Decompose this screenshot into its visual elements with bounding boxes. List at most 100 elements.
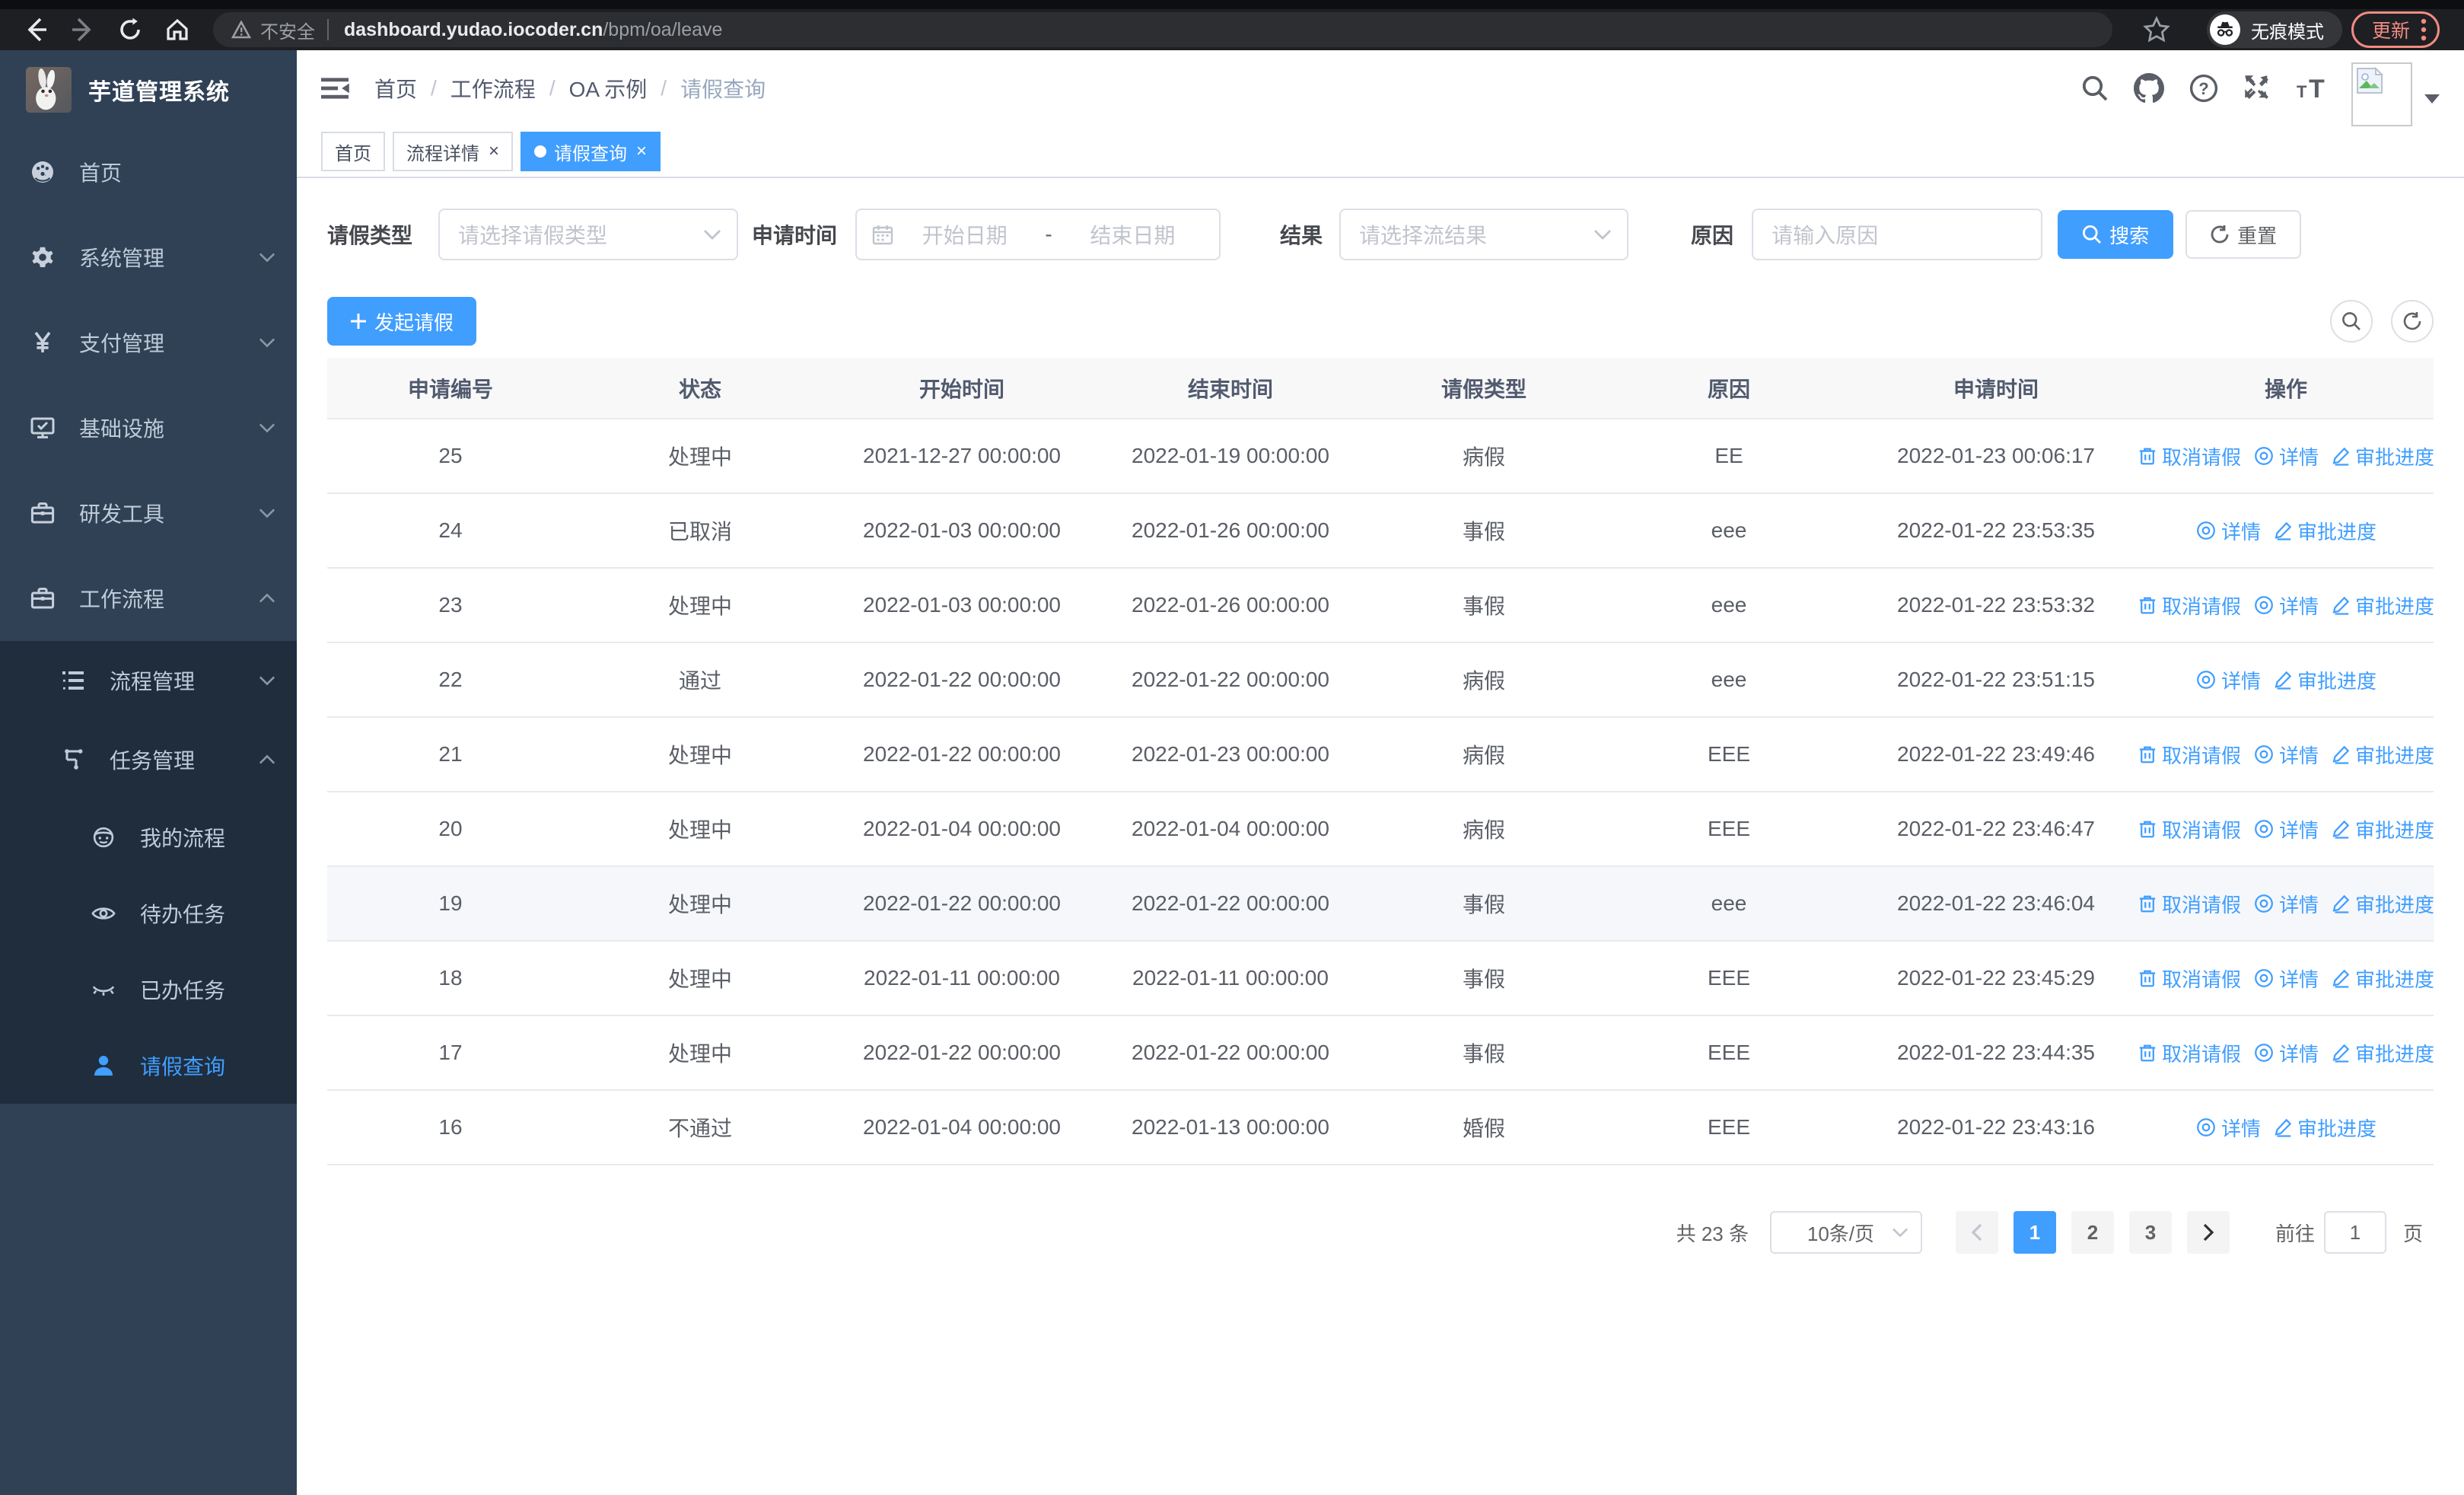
github-icon[interactable] xyxy=(2134,73,2164,104)
action-审批进度[interactable]: 审批进度 xyxy=(2331,964,2434,993)
url-bar[interactable]: 不安全 dashboard.yudao.iocoder.cn/bpm/oa/le… xyxy=(213,12,2112,47)
action-审批进度[interactable]: 审批进度 xyxy=(2331,741,2434,769)
browser-home-icon[interactable] xyxy=(154,9,201,50)
result-select[interactable]: 请选择流结果 xyxy=(1339,209,1629,260)
action-取消请假[interactable]: 取消请假 xyxy=(2138,442,2241,470)
action-审批进度[interactable]: 审批进度 xyxy=(2331,890,2434,918)
breadcrumb-item[interactable]: OA 示例 xyxy=(569,73,648,104)
prev-page-button[interactable] xyxy=(1955,1211,1998,1254)
browser-forward-icon[interactable] xyxy=(59,9,107,50)
browser-back-icon[interactable] xyxy=(12,9,59,50)
header-search-icon[interactable] xyxy=(2080,74,2109,103)
action-详情[interactable]: 详情 xyxy=(2253,741,2319,769)
cell-start: 2022-01-03 00:00:00 xyxy=(826,568,1097,643)
browser-update-button[interactable]: 更新 xyxy=(2351,11,2440,48)
end-date-placeholder[interactable]: 结束日期 xyxy=(1062,219,1204,250)
sidebar-item-首页[interactable]: 首页 xyxy=(0,129,297,215)
toggle-search-button[interactable] xyxy=(2330,300,2373,343)
action-取消请假[interactable]: 取消请假 xyxy=(2138,741,2241,769)
cell-start: 2022-01-22 00:00:00 xyxy=(826,642,1097,718)
action-审批进度[interactable]: 审批进度 xyxy=(2331,442,2434,470)
avatar[interactable] xyxy=(2351,62,2412,126)
action-详情[interactable]: 详情 xyxy=(2195,666,2261,694)
sidebar-item-任务管理[interactable]: 任务管理 xyxy=(0,720,297,799)
delete-icon xyxy=(2139,597,2156,614)
tab-流程详情[interactable]: 流程详情 × xyxy=(393,132,514,171)
browser-menu-icon[interactable] xyxy=(2421,18,2427,42)
sidebar-item-待办任务[interactable]: 待办任务 xyxy=(0,875,297,952)
action-审批进度[interactable]: 审批进度 xyxy=(2331,1039,2434,1067)
sidebar-item-已办任务[interactable]: 已办任务 xyxy=(0,952,297,1028)
browser-reload-icon[interactable] xyxy=(107,9,154,50)
sidebar-item-研发工具[interactable]: 研发工具 xyxy=(0,470,297,556)
action-审批进度[interactable]: 审批进度 xyxy=(2273,1114,2376,1142)
reset-button[interactable]: 重置 xyxy=(2185,210,2302,259)
breadcrumb-item[interactable]: 工作流程 xyxy=(450,73,536,104)
hamburger-icon[interactable] xyxy=(320,73,350,104)
eye-open-icon xyxy=(91,907,116,920)
page-button-3[interactable]: 3 xyxy=(2128,1211,2172,1254)
action-审批进度[interactable]: 审批进度 xyxy=(2273,517,2376,545)
breadcrumb-item[interactable]: 首页 xyxy=(374,73,417,104)
range-separator: - xyxy=(1045,222,1052,246)
page-button-1[interactable]: 1 xyxy=(2013,1211,2056,1254)
action-详情[interactable]: 详情 xyxy=(2253,815,2319,843)
page-button-2[interactable]: 2 xyxy=(2071,1211,2114,1254)
leave-type-select[interactable]: 请选择请假类型 xyxy=(438,209,739,260)
sidebar-item-系统管理[interactable]: 系统管理 xyxy=(0,215,297,300)
action-label: 详情 xyxy=(2279,893,2319,916)
incognito-label: 无痕模式 xyxy=(2250,21,2324,43)
sidebar-item-我的流程[interactable]: 我的流程 xyxy=(0,799,297,875)
action-审批进度[interactable]: 审批进度 xyxy=(2331,591,2434,620)
sidebar-item-工作流程[interactable]: 工作流程 xyxy=(0,556,297,641)
cell-id: 17 xyxy=(327,1015,574,1091)
sidebar-item-基础设施[interactable]: 基础设施 xyxy=(0,385,297,470)
action-取消请假[interactable]: 取消请假 xyxy=(2138,964,2241,993)
action-详情[interactable]: 详情 xyxy=(2195,517,2261,545)
tab-close-icon[interactable]: × xyxy=(489,141,499,162)
cell-reason: eee xyxy=(1604,866,1854,942)
action-label: 取消请假 xyxy=(2161,818,2241,842)
help-icon[interactable]: ? xyxy=(2189,73,2219,104)
app-logo[interactable]: 芋道管理系统 xyxy=(0,50,297,129)
tab-close-icon[interactable]: × xyxy=(636,141,647,162)
reason-input[interactable]: 请输入原因 xyxy=(1752,209,2043,260)
search-button[interactable]: 搜索 xyxy=(2058,210,2174,259)
bookmark-star-icon[interactable] xyxy=(2143,16,2170,43)
start-date-placeholder[interactable]: 开始日期 xyxy=(893,219,1036,250)
tab-首页[interactable]: 首页 xyxy=(321,132,385,171)
action-取消请假[interactable]: 取消请假 xyxy=(2138,591,2241,620)
refresh-table-button[interactable] xyxy=(2391,300,2434,343)
toolbox-icon xyxy=(30,502,55,524)
action-取消请假[interactable]: 取消请假 xyxy=(2138,815,2241,843)
fullscreen-icon[interactable] xyxy=(2243,74,2272,103)
monitor-icon xyxy=(30,417,55,438)
next-page-button[interactable] xyxy=(2186,1211,2230,1254)
sidebar-item-流程管理[interactable]: 流程管理 xyxy=(0,641,297,720)
create-leave-button[interactable]: 发起请假 xyxy=(327,297,477,346)
action-详情[interactable]: 详情 xyxy=(2253,964,2319,993)
sidebar-item-支付管理[interactable]: 支付管理 xyxy=(0,300,297,385)
avatar-caret-icon[interactable] xyxy=(2424,94,2440,104)
sidebar-item-请假查询[interactable]: 请假查询 xyxy=(0,1028,297,1104)
action-取消请假[interactable]: 取消请假 xyxy=(2138,1039,2241,1067)
cell-apply: 2022-01-22 23:53:35 xyxy=(1854,493,2138,569)
action-审批进度[interactable]: 审批进度 xyxy=(2273,666,2376,694)
chevron-down-icon xyxy=(1892,1228,1908,1238)
filter-time-label: 申请时间 xyxy=(752,224,838,247)
page-size-select[interactable]: 10条/页 xyxy=(1769,1211,1922,1254)
action-审批进度[interactable]: 审批进度 xyxy=(2331,815,2434,843)
table-row: 25 处理中 2021-12-27 00:00:00 2022-01-19 00:00… xyxy=(327,419,2434,494)
font-size-icon[interactable]: TT xyxy=(2297,73,2330,104)
apply-time-range[interactable]: 开始日期 - 结束日期 xyxy=(855,209,1221,260)
tab-请假查询[interactable]: 请假查询 × xyxy=(520,132,661,171)
action-详情[interactable]: 详情 xyxy=(2195,1114,2261,1142)
url-separator xyxy=(327,19,329,40)
action-详情[interactable]: 详情 xyxy=(2253,890,2319,918)
action-详情[interactable]: 详情 xyxy=(2253,442,2319,470)
goto-page-input[interactable]: 1 xyxy=(2323,1211,2386,1254)
action-详情[interactable]: 详情 xyxy=(2253,1039,2319,1067)
action-详情[interactable]: 详情 xyxy=(2253,591,2319,620)
cell-id: 23 xyxy=(327,568,574,643)
action-取消请假[interactable]: 取消请假 xyxy=(2138,890,2241,918)
